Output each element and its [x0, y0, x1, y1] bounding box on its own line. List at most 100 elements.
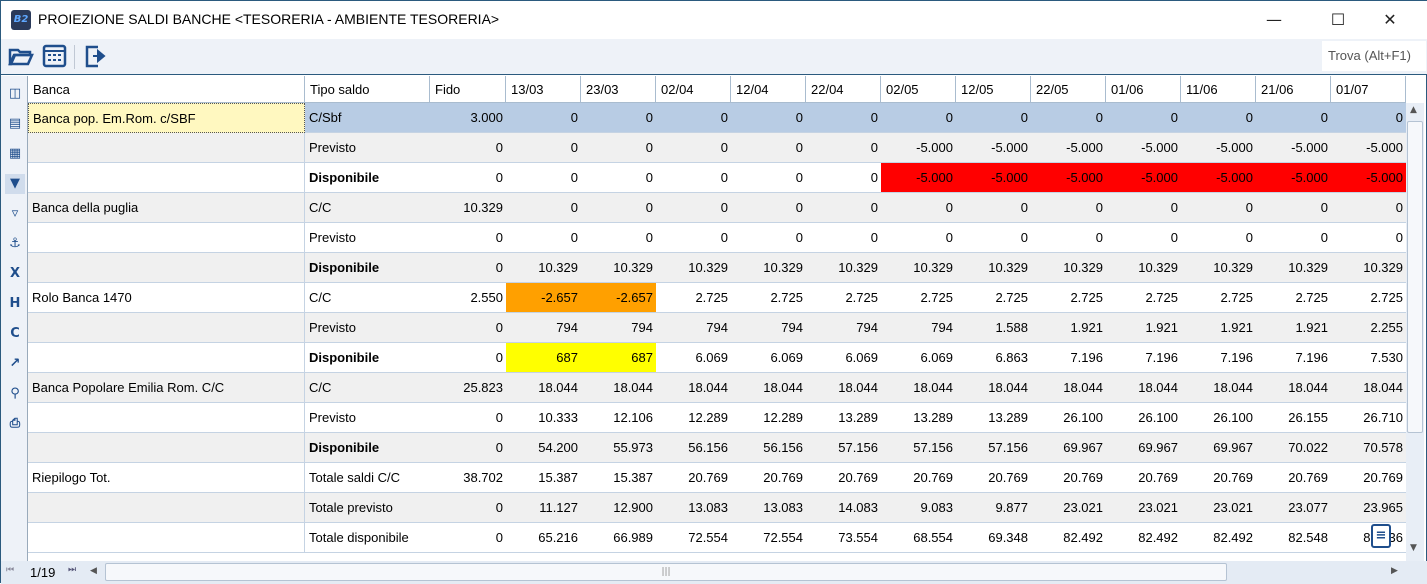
- cell-value[interactable]: 0: [1256, 103, 1331, 133]
- print-icon[interactable]: ⎙: [5, 414, 25, 434]
- cell-tipo-saldo[interactable]: Disponibile: [305, 343, 430, 373]
- export-csv-icon[interactable]: C: [5, 324, 25, 344]
- cell-value[interactable]: 0: [806, 163, 881, 193]
- cell-value[interactable]: 0: [1181, 223, 1256, 253]
- minimize-button[interactable]: —: [1251, 7, 1297, 33]
- cell-banca[interactable]: Rolo Banca 1470: [28, 283, 305, 313]
- cell-value[interactable]: 1.921: [1106, 313, 1181, 343]
- cell-value[interactable]: 10.329: [506, 253, 581, 283]
- open-folder-icon[interactable]: [8, 44, 36, 70]
- cell-value[interactable]: 7.530: [1331, 343, 1406, 373]
- cell-value[interactable]: 0: [581, 193, 656, 223]
- cell-value[interactable]: -2.657: [581, 283, 656, 313]
- cell-value[interactable]: 1.921: [1181, 313, 1256, 343]
- cell-value[interactable]: 20.769: [656, 463, 731, 493]
- cell-value[interactable]: 26.100: [1106, 403, 1181, 433]
- cell-value[interactable]: 0: [430, 313, 506, 343]
- cell-value[interactable]: -5.000: [1106, 163, 1181, 193]
- cell-value[interactable]: 6.069: [731, 343, 806, 373]
- cell-value[interactable]: 0: [1331, 193, 1406, 223]
- cell-value[interactable]: 0: [956, 223, 1031, 253]
- cell-value[interactable]: 0: [806, 133, 881, 163]
- cell-value[interactable]: 72.554: [731, 523, 806, 553]
- cell-value[interactable]: 23.021: [1181, 493, 1256, 523]
- cell-value[interactable]: 0: [1181, 103, 1256, 133]
- cell-value[interactable]: 57.156: [806, 433, 881, 463]
- cell-value[interactable]: 82.492: [1031, 523, 1106, 553]
- export-html-icon[interactable]: H: [5, 294, 25, 314]
- cell-value[interactable]: 794: [806, 313, 881, 343]
- cell-value[interactable]: -5.000: [956, 133, 1031, 163]
- cell-tipo-saldo[interactable]: Disponibile: [305, 253, 430, 283]
- cell-value[interactable]: 18.044: [1256, 373, 1331, 403]
- cell-value[interactable]: 70.022: [1256, 433, 1331, 463]
- column-header[interactable]: 02/04: [656, 76, 731, 103]
- cell-value[interactable]: 2.255: [1331, 313, 1406, 343]
- vertical-scrollbar[interactable]: ▲ ▼: [1406, 103, 1424, 561]
- find-input[interactable]: Trova (Alt+F1): [1322, 41, 1426, 71]
- cell-value[interactable]: 0: [656, 133, 731, 163]
- cell-value[interactable]: 0: [956, 103, 1031, 133]
- export-excel-icon[interactable]: X: [5, 264, 25, 284]
- filter-icon[interactable]: ▼: [5, 174, 25, 194]
- cell-value[interactable]: 0: [731, 103, 806, 133]
- cell-value[interactable]: 6.069: [881, 343, 956, 373]
- cell-banca[interactable]: [28, 253, 305, 283]
- cell-value[interactable]: 10.329: [1106, 253, 1181, 283]
- table-icon[interactable]: ▦: [5, 144, 25, 164]
- cell-value[interactable]: 6.069: [806, 343, 881, 373]
- cell-value[interactable]: 0: [656, 193, 731, 223]
- cell-value[interactable]: 13.289: [881, 403, 956, 433]
- cell-tipo-saldo[interactable]: C/Sbf: [305, 103, 430, 133]
- cell-value[interactable]: 0: [731, 163, 806, 193]
- cell-value[interactable]: 69.348: [956, 523, 1031, 553]
- cell-banca[interactable]: Riepilogo Tot.: [28, 463, 305, 493]
- cell-value[interactable]: 0: [430, 403, 506, 433]
- cell-value[interactable]: 0: [581, 133, 656, 163]
- cell-value[interactable]: 82.492: [1106, 523, 1181, 553]
- cell-value[interactable]: 13.289: [806, 403, 881, 433]
- cell-value[interactable]: 13.083: [656, 493, 731, 523]
- cell-value[interactable]: 65.216: [506, 523, 581, 553]
- cell-value[interactable]: -5.000: [1181, 133, 1256, 163]
- cell-value[interactable]: 7.196: [1256, 343, 1331, 373]
- cell-value[interactable]: 794: [656, 313, 731, 343]
- cell-value[interactable]: 0: [430, 433, 506, 463]
- cell-value[interactable]: 18.044: [1031, 373, 1106, 403]
- cell-banca[interactable]: [28, 313, 305, 343]
- cell-value[interactable]: -5.000: [1106, 133, 1181, 163]
- cell-banca[interactable]: Banca Popolare Emilia Rom. C/C: [28, 373, 305, 403]
- cell-value[interactable]: 18.044: [1106, 373, 1181, 403]
- cell-value[interactable]: 0: [731, 193, 806, 223]
- scroll-up-icon[interactable]: ▲: [1410, 105, 1417, 115]
- cell-value[interactable]: 2.725: [1031, 283, 1106, 313]
- cell-value[interactable]: 12.289: [656, 403, 731, 433]
- cell-value[interactable]: 56.156: [731, 433, 806, 463]
- cell-value[interactable]: 2.725: [656, 283, 731, 313]
- cell-value[interactable]: 0: [656, 103, 731, 133]
- column-header[interactable]: 22/05: [1031, 76, 1106, 103]
- cell-value[interactable]: 57.156: [956, 433, 1031, 463]
- close-button[interactable]: ✕: [1367, 7, 1413, 33]
- cell-value[interactable]: 0: [506, 133, 581, 163]
- cell-value[interactable]: 7.196: [1181, 343, 1256, 373]
- cell-value[interactable]: 13.289: [956, 403, 1031, 433]
- cell-value[interactable]: 15.387: [581, 463, 656, 493]
- cell-tipo-saldo[interactable]: Totale saldi C/C: [305, 463, 430, 493]
- cell-value[interactable]: 0: [506, 193, 581, 223]
- cell-value[interactable]: 0: [656, 163, 731, 193]
- cell-value[interactable]: -5.000: [1256, 133, 1331, 163]
- cell-value[interactable]: -5.000: [1256, 163, 1331, 193]
- scroll-down-icon[interactable]: ▼: [1410, 543, 1417, 553]
- cell-value[interactable]: 20.769: [1331, 463, 1406, 493]
- cell-value[interactable]: 0: [881, 103, 956, 133]
- cell-value[interactable]: 0: [1031, 103, 1106, 133]
- cell-value[interactable]: 0: [1256, 193, 1331, 223]
- scroll-thumb[interactable]: [1407, 121, 1423, 433]
- cell-value[interactable]: 82.492: [1181, 523, 1256, 553]
- cell-tipo-saldo[interactable]: Totale disponibile: [305, 523, 430, 553]
- cell-value[interactable]: 0: [430, 523, 506, 553]
- cell-value[interactable]: 2.550: [430, 283, 506, 313]
- cell-value[interactable]: 26.155: [1256, 403, 1331, 433]
- cell-value[interactable]: 18.044: [731, 373, 806, 403]
